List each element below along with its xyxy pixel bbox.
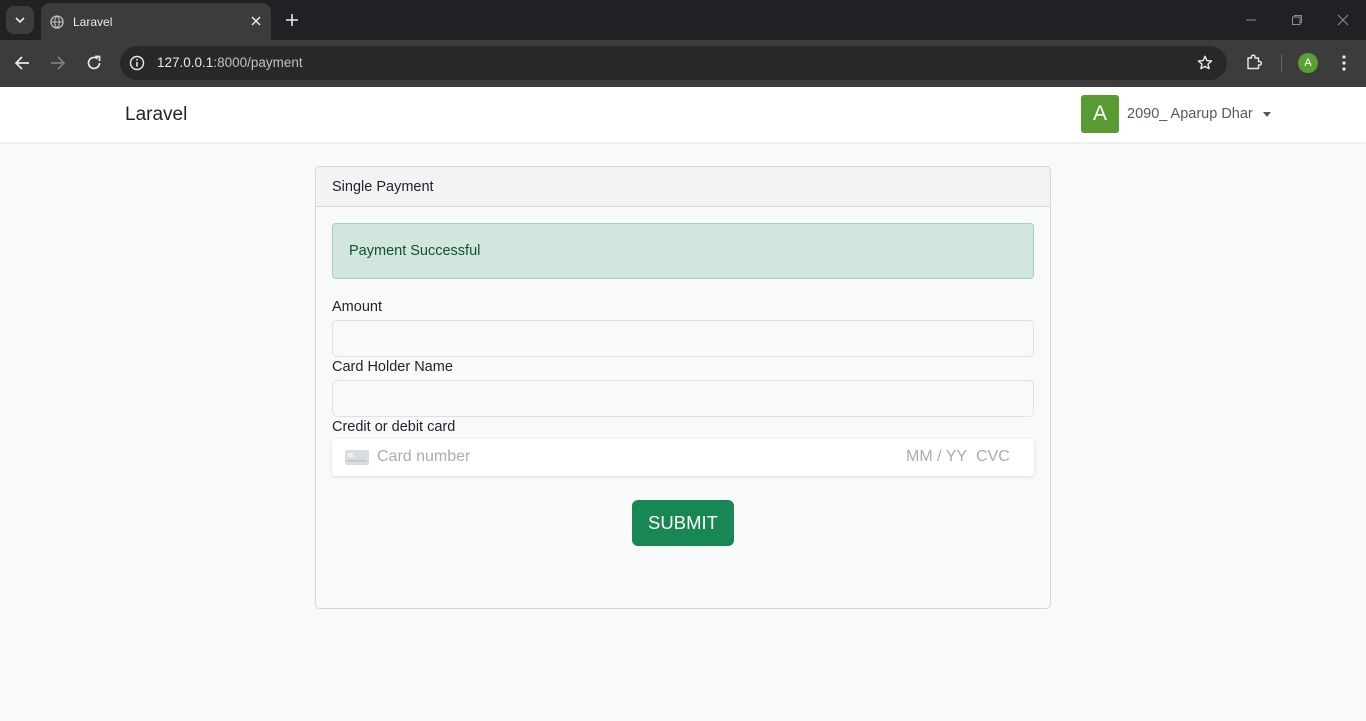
browser-toolbar: 127.0.0.1:8000/payment A: [0, 40, 1366, 87]
browser-tab[interactable]: Laravel: [41, 3, 271, 40]
site-info-icon[interactable]: [128, 54, 146, 72]
bookmark-star-icon[interactable]: [1196, 54, 1214, 72]
arrow-right-icon: [51, 56, 66, 70]
globe-icon: [50, 14, 64, 29]
card-element-label: Credit or debit card: [332, 419, 456, 435]
url-text: 127.0.0.1:8000/payment: [157, 55, 303, 70]
tab-title: Laravel: [73, 14, 113, 29]
chevron-down-icon: [15, 17, 25, 23]
toolbar-divider: [1281, 54, 1282, 72]
reload-icon: [87, 55, 101, 70]
plus-icon: [286, 14, 298, 26]
caret-down-icon[interactable]: [1263, 112, 1271, 117]
brand-link[interactable]: Laravel: [125, 104, 187, 126]
credit-card-icon: [345, 450, 369, 465]
extensions-icon[interactable]: [1244, 52, 1264, 72]
restore-icon: [1292, 15, 1302, 25]
browser-tab-bar: Laravel: [0, 0, 1366, 40]
profile-avatar[interactable]: A: [1298, 53, 1318, 73]
cvc-input[interactable]: CVC: [976, 448, 1010, 466]
more-menu-icon[interactable]: [1335, 53, 1353, 73]
minimize-icon: [1246, 19, 1256, 21]
close-tab-icon[interactable]: [249, 14, 263, 28]
amount-label: Amount: [332, 299, 382, 315]
url-path: :8000/payment: [213, 55, 303, 70]
arrow-left-icon: [14, 56, 29, 70]
card-holder-input[interactable]: [332, 380, 1034, 417]
new-tab-button[interactable]: [282, 10, 302, 30]
url-host: 127.0.0.1: [157, 55, 214, 70]
card-header: Single Payment: [316, 167, 1050, 207]
back-button[interactable]: [11, 52, 33, 74]
card-holder-label: Card Holder Name: [332, 359, 453, 375]
user-menu-toggle[interactable]: 2090_ Aparup Dhar: [1127, 106, 1253, 122]
restore-button[interactable]: [1289, 12, 1305, 28]
forward-button[interactable]: [47, 52, 69, 74]
card-number-input[interactable]: Card number: [377, 448, 470, 466]
success-alert: Payment Successful: [332, 223, 1034, 279]
minimize-button[interactable]: [1243, 12, 1259, 28]
card-element[interactable]: Card number MM / YY CVC: [332, 439, 1034, 476]
amount-input[interactable]: [332, 320, 1034, 357]
tab-search-button[interactable]: [6, 6, 34, 34]
payment-card: Single Payment Payment Successful Amount…: [315, 166, 1051, 609]
address-bar[interactable]: 127.0.0.1:8000/payment: [120, 46, 1227, 80]
user-avatar[interactable]: A: [1081, 95, 1119, 133]
reload-button[interactable]: [83, 52, 105, 74]
submit-button[interactable]: SUBMIT: [632, 500, 734, 546]
close-icon: [1337, 14, 1349, 26]
app-navbar: Laravel A 2090_ Aparup Dhar: [0, 87, 1366, 142]
close-window-button[interactable]: [1335, 12, 1351, 28]
expiry-input[interactable]: MM / YY: [906, 448, 967, 466]
